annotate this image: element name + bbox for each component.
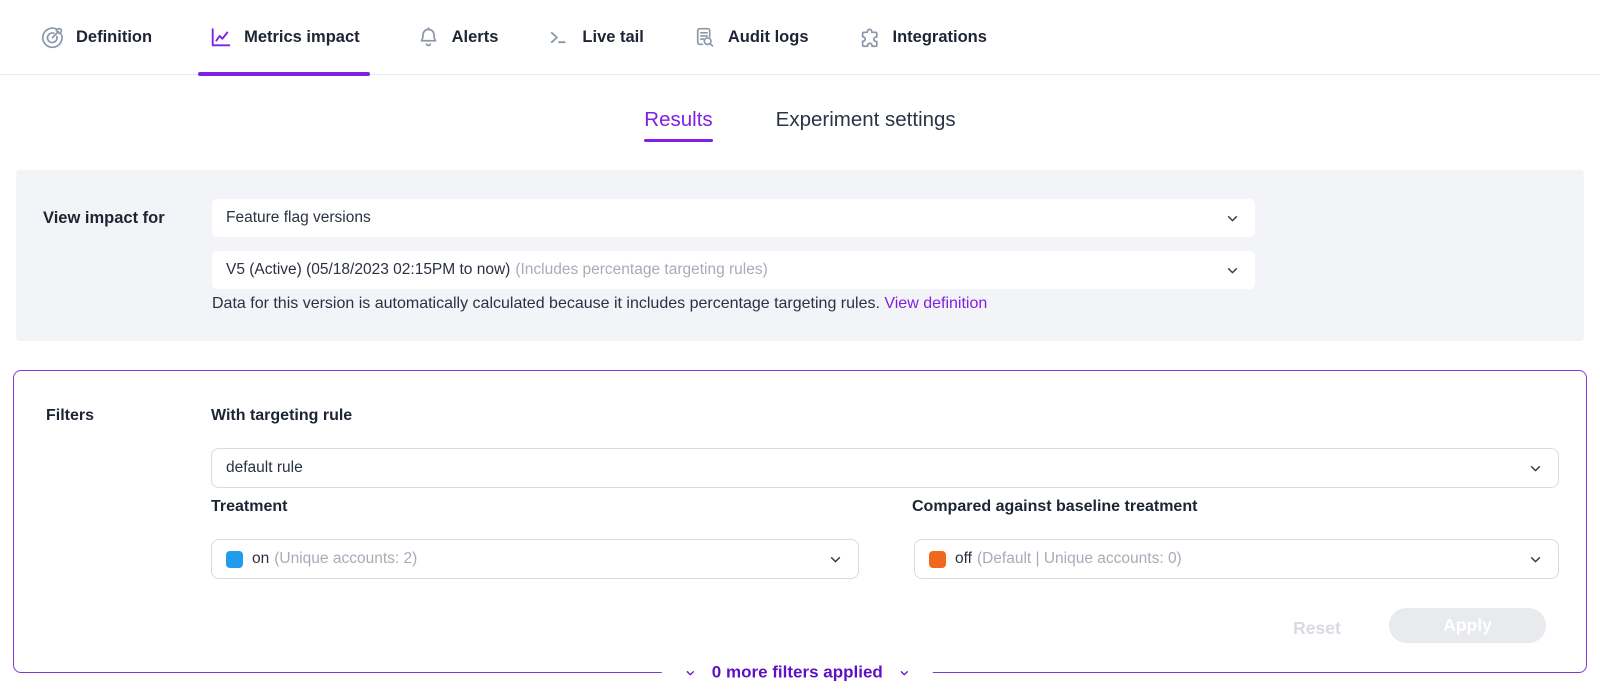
treatment-on-swatch <box>226 551 243 568</box>
more-filters-toggle[interactable]: 0 more filters applied <box>662 663 933 683</box>
tab-alerts[interactable]: Alerts <box>414 0 501 75</box>
chevron-down-icon <box>1224 210 1241 227</box>
targeting-rule-value: default rule <box>226 459 303 477</box>
more-filters-text: 0 more filters applied <box>712 663 883 683</box>
tab-label: Metrics impact <box>244 28 360 47</box>
tab-label: Definition <box>76 28 152 47</box>
bell-icon <box>416 25 441 50</box>
terminal-icon <box>546 25 571 50</box>
chevron-down-icon <box>1527 551 1544 568</box>
target-edit-icon <box>40 25 65 50</box>
view-definition-link[interactable]: View definition <box>884 295 987 312</box>
treatment-value: on <box>252 550 269 568</box>
baseline-note: (Default | Unique accounts: 0) <box>977 550 1182 568</box>
view-impact-label: View impact for <box>43 209 165 228</box>
treatment-note: (Unique accounts: 2) <box>274 550 417 568</box>
reset-button[interactable]: Reset <box>1269 613 1365 643</box>
tab-integrations[interactable]: Integrations <box>855 0 989 75</box>
active-subtab-underline <box>644 139 712 142</box>
tab-label: Live tail <box>582 28 643 47</box>
version-select[interactable]: V5 (Active) (05/18/2023 02:15PM to now) … <box>212 251 1255 289</box>
baseline-label: Compared against baseline treatment <box>912 498 1197 516</box>
apply-button[interactable]: Apply <box>1389 608 1546 643</box>
metrics-impact-page: Definition Metrics impact Alerts <box>0 0 1600 689</box>
results-subtabs: Results Experiment settings <box>0 108 1600 146</box>
tab-audit-logs[interactable]: Audit logs <box>690 0 811 75</box>
subtab-label: Experiment settings <box>776 108 956 131</box>
version-type-select[interactable]: Feature flag versions <box>212 199 1255 237</box>
version-value: V5 (Active) (05/18/2023 02:15PM to now) <box>226 261 510 279</box>
chevron-down-icon <box>684 666 697 679</box>
version-helper-text: Data for this version is automatically c… <box>212 295 987 313</box>
treatment-select[interactable]: on (Unique accounts: 2) <box>211 539 859 579</box>
treatment-label: Treatment <box>211 498 287 516</box>
subtab-experiment-settings[interactable]: Experiment settings <box>776 108 956 146</box>
filters-label: Filters <box>46 407 94 425</box>
version-type-value: Feature flag versions <box>226 209 371 227</box>
chevron-down-icon <box>1527 460 1544 477</box>
baseline-value: off <box>955 550 972 568</box>
puzzle-icon <box>857 25 882 50</box>
filters-panel: Filters With targeting rule default rule… <box>13 370 1587 673</box>
tab-metrics-impact[interactable]: Metrics impact <box>198 0 370 75</box>
active-tab-underline <box>198 72 370 76</box>
chevron-down-icon <box>898 666 911 679</box>
helper-text: Data for this version is automatically c… <box>212 295 884 312</box>
tab-label: Integrations <box>893 28 987 47</box>
tab-label: Audit logs <box>728 28 809 47</box>
chevron-down-icon <box>827 551 844 568</box>
targeting-rule-label: With targeting rule <box>211 407 352 425</box>
document-search-icon <box>692 25 717 50</box>
treatment-off-swatch <box>929 551 946 568</box>
baseline-select[interactable]: off (Default | Unique accounts: 0) <box>914 539 1559 579</box>
top-navigation: Definition Metrics impact Alerts <box>0 0 1600 75</box>
chevron-down-icon <box>1224 262 1241 279</box>
line-chart-icon <box>208 25 233 50</box>
targeting-rule-select[interactable]: default rule <box>211 448 1559 488</box>
version-note: (Includes percentage targeting rules) <box>515 261 767 279</box>
tab-live-tail[interactable]: Live tail <box>544 0 645 75</box>
subtab-results[interactable]: Results <box>644 108 712 146</box>
tab-definition[interactable]: Definition <box>38 0 154 75</box>
tab-label: Alerts <box>452 28 499 47</box>
subtab-label: Results <box>644 108 712 131</box>
view-impact-panel: View impact for Feature flag versions V5… <box>16 170 1584 341</box>
